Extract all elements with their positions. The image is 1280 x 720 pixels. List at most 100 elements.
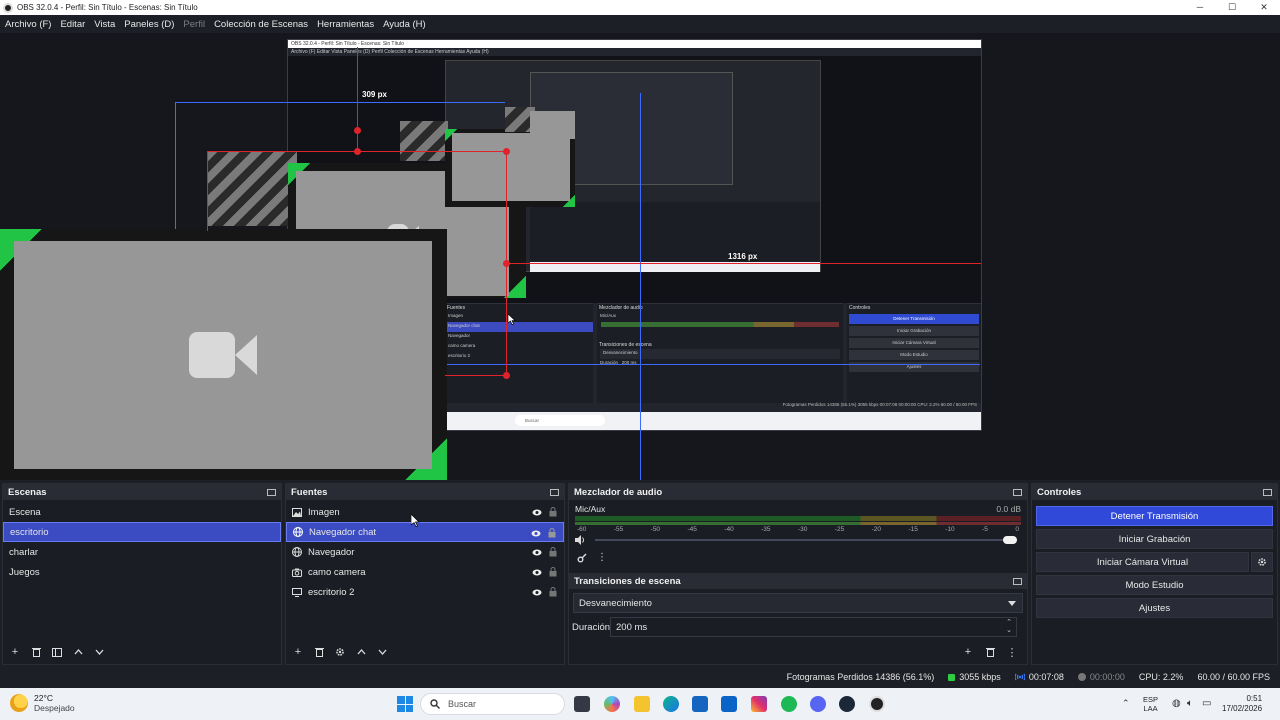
- undock-icon[interactable]: [267, 488, 276, 496]
- menu-coleccion-escenas[interactable]: Colección de Escenas: [214, 19, 308, 30]
- gear-icon[interactable]: [331, 644, 349, 660]
- more-options-icon[interactable]: ⋮: [597, 553, 607, 565]
- lock-icon[interactable]: [547, 528, 557, 538]
- edge-icon[interactable]: [663, 696, 679, 712]
- lock-icon[interactable]: [548, 567, 558, 577]
- source-item[interactable]: Navegador chat: [286, 522, 564, 542]
- menu-editar[interactable]: Editar: [60, 19, 85, 30]
- steam-icon[interactable]: [839, 696, 855, 712]
- scenes-title: Escenas: [8, 486, 47, 498]
- eye-icon[interactable]: [532, 547, 542, 557]
- cursor-icon: [508, 314, 516, 325]
- instagram-icon[interactable]: [751, 696, 767, 712]
- resize-handle[interactable]: [503, 148, 510, 155]
- lock-icon[interactable]: [548, 587, 558, 597]
- volume-icon[interactable]: 🔈︎: [1187, 698, 1193, 709]
- duration-input[interactable]: 200 ms ⌃ ⌄: [610, 617, 1017, 637]
- lock-icon[interactable]: [548, 507, 558, 517]
- source-item[interactable]: Imagen: [286, 502, 564, 522]
- nested-taskbar-search: Buscar: [515, 415, 605, 426]
- start-virtual-camera-button[interactable]: Iniciar Cámara Virtual: [1036, 552, 1249, 572]
- preview-canvas[interactable]: OBS 32.0.4 - Perfil: Sin Título - Escena…: [0, 33, 1280, 480]
- add-icon[interactable]: +: [289, 644, 307, 660]
- trash-icon[interactable]: [27, 644, 45, 660]
- menu-paneles[interactable]: Paneles (D): [124, 19, 174, 30]
- transition-select[interactable]: Desvanecimiento: [573, 593, 1023, 613]
- virtual-camera-settings-button[interactable]: [1251, 552, 1273, 572]
- more-options-icon[interactable]: ⋮: [1003, 644, 1021, 660]
- resize-handle[interactable]: [503, 372, 510, 379]
- filter-icon[interactable]: [48, 644, 66, 660]
- source-item[interactable]: escritorio 2: [286, 582, 564, 602]
- mixer-channel: Mic/Aux 0.0 dB -60 -55 -50 -45 -40 -35 -…: [569, 500, 1027, 569]
- eye-icon[interactable]: [532, 507, 542, 517]
- close-button[interactable]: ✕: [1248, 0, 1280, 15]
- chevron-up-icon[interactable]: ⌃: [1122, 698, 1130, 709]
- file-explorer-icon[interactable]: [634, 696, 650, 712]
- camo-camera-source[interactable]: [14, 241, 432, 469]
- move-down-icon[interactable]: [90, 644, 108, 660]
- scene-item[interactable]: Escena: [3, 502, 281, 522]
- discord-icon[interactable]: [810, 696, 826, 712]
- battery-icon[interactable]: ▭: [1202, 698, 1211, 709]
- resize-handle[interactable]: [354, 127, 361, 134]
- eye-icon[interactable]: [532, 587, 542, 597]
- menu-vista[interactable]: Vista: [94, 19, 115, 30]
- nested-taskbar: Buscar: [445, 412, 981, 430]
- resize-handle[interactable]: [354, 148, 361, 155]
- scene-item[interactable]: charlar: [3, 542, 281, 562]
- undock-icon[interactable]: [1013, 488, 1022, 496]
- resize-handle[interactable]: [503, 260, 510, 267]
- minimize-button[interactable]: ─: [1184, 0, 1216, 15]
- spin-arrows-icon[interactable]: ⌃ ⌄: [1006, 619, 1012, 635]
- advanced-audio-icon[interactable]: [577, 553, 587, 565]
- menu-perfil[interactable]: Perfil: [183, 19, 205, 30]
- volume-slider[interactable]: [575, 535, 1021, 545]
- audio-meter: [575, 522, 1021, 525]
- undock-icon[interactable]: [1013, 577, 1022, 585]
- task-view-icon[interactable]: [574, 696, 590, 712]
- add-icon[interactable]: +: [959, 644, 977, 660]
- menu-ayuda[interactable]: Ayuda (H): [383, 19, 426, 30]
- windows-start-icon[interactable]: [397, 696, 413, 712]
- stop-streaming-button[interactable]: Detener Transmisión: [1036, 506, 1273, 526]
- undock-icon[interactable]: [550, 488, 559, 496]
- copilot-icon[interactable]: [604, 696, 620, 712]
- clock[interactable]: 0:51 17/02/2026: [1222, 694, 1262, 714]
- language-indicator[interactable]: ESP LAA: [1143, 695, 1158, 713]
- menu-archivo[interactable]: Archivo (F): [5, 19, 51, 30]
- lock-icon[interactable]: [548, 547, 558, 557]
- add-icon[interactable]: +: [6, 644, 24, 660]
- weather-widget[interactable]: 22°C Despejado: [10, 693, 75, 713]
- eye-icon[interactable]: [531, 528, 541, 538]
- undock-icon[interactable]: [1263, 488, 1272, 496]
- source-item[interactable]: Navegador: [286, 542, 564, 562]
- source-item[interactable]: camo camera: [286, 562, 564, 582]
- start-recording-button[interactable]: Iniciar Grabación: [1036, 529, 1273, 549]
- menu-herramientas[interactable]: Herramientas: [317, 19, 374, 30]
- nested-sources-panel: Fuentes Imagen Navegador chat Navegador …: [445, 303, 593, 403]
- obs-taskbar-icon[interactable]: [869, 696, 885, 712]
- maximize-button[interactable]: ☐: [1216, 0, 1248, 15]
- move-up-icon[interactable]: [352, 644, 370, 660]
- volume-knob[interactable]: [1003, 536, 1017, 544]
- studio-mode-button[interactable]: Modo Estudio: [1036, 575, 1273, 595]
- outlook-icon[interactable]: [721, 696, 737, 712]
- taskbar-search[interactable]: Buscar: [420, 693, 565, 715]
- move-up-icon[interactable]: [69, 644, 87, 660]
- scene-item[interactable]: escritorio: [3, 522, 281, 542]
- speaker-icon[interactable]: [575, 535, 586, 545]
- record-icon: [1077, 673, 1086, 681]
- move-down-icon[interactable]: [373, 644, 391, 660]
- settings-button[interactable]: Ajustes: [1036, 598, 1273, 618]
- nested-mixer-panel: Mezclador de audio Mic/Aux Transiciones …: [597, 303, 843, 403]
- spotify-icon[interactable]: [781, 696, 797, 712]
- trash-icon[interactable]: [310, 644, 328, 660]
- stream-time: 00:07:08: [1028, 672, 1064, 682]
- network-icon[interactable]: ◍: [1172, 698, 1181, 709]
- cursor-icon: [411, 514, 420, 527]
- eye-icon[interactable]: [532, 567, 542, 577]
- store-icon[interactable]: [692, 696, 708, 712]
- trash-icon[interactable]: [981, 644, 999, 660]
- scene-item[interactable]: Juegos: [3, 562, 281, 582]
